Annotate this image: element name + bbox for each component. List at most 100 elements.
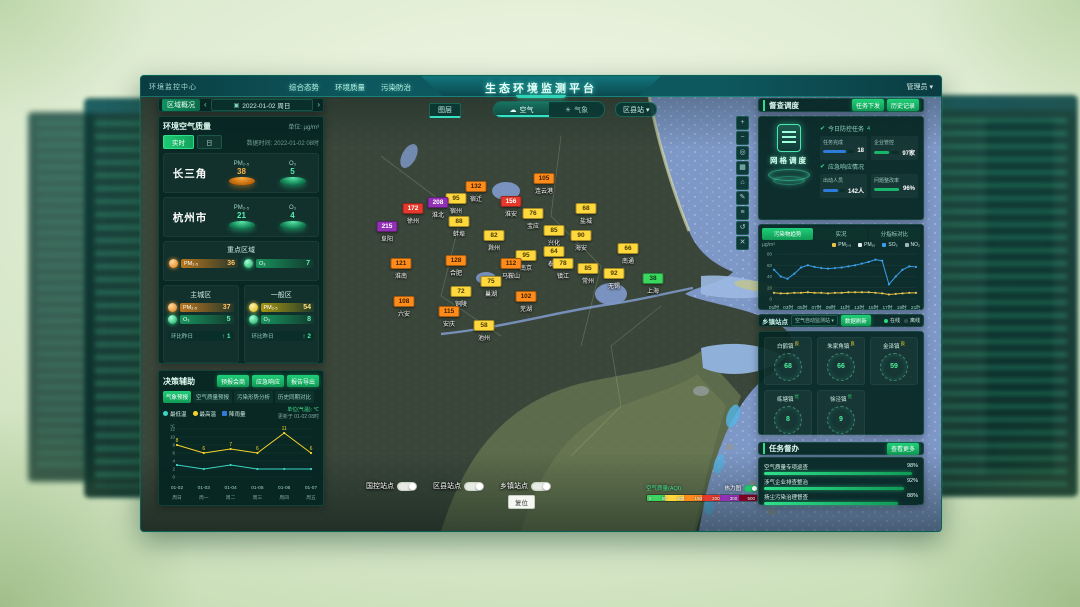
zoom-in-icon[interactable]: +	[736, 116, 749, 130]
mode-toggle-实时[interactable]: 实时	[163, 135, 194, 149]
legend-item-降雨量: 降雨量	[222, 410, 246, 418]
date-picker[interactable]: ▣ 2022-01-02 周日	[211, 99, 314, 111]
svg-text:40: 40	[767, 274, 773, 279]
heatmap-toggle[interactable]	[744, 485, 758, 492]
layer-list-icon[interactable]: ▦	[736, 161, 749, 175]
township-gauge-朱家角镇[interactable]: 朱家角镇良66	[817, 337, 865, 385]
user-menu[interactable]: 管理员 ▾	[907, 82, 933, 92]
city-marker-芜湖[interactable]: 102芜湖	[516, 285, 537, 313]
dispatch-button-1[interactable]: 历史记录	[887, 99, 919, 111]
city-marker-无锡[interactable]: 92无锡	[604, 262, 625, 290]
city-marker-滁州[interactable]: 82滁州	[484, 224, 505, 252]
pollutant-icon	[249, 315, 258, 324]
decision-tab-1[interactable]: 空气质量预报	[193, 391, 232, 403]
task-row: 空气质量专项巡查98%	[764, 463, 918, 475]
trend-tab-1[interactable]: 实况	[815, 228, 866, 240]
aqi-badge: 215	[377, 221, 398, 232]
date-next-button[interactable]: ›	[317, 101, 320, 109]
stat-box-track	[874, 188, 900, 191]
city-marker-安庆[interactable]: 115安庆	[439, 300, 460, 328]
refresh-data-button[interactable]: 数据刷新	[841, 315, 871, 326]
city-marker-池州[interactable]: 58池州	[474, 314, 495, 342]
nav-item-1[interactable]: 环境质量	[335, 82, 365, 93]
gauge-name: 白鹤镇良	[765, 341, 811, 350]
decision-tab-3[interactable]: 历史同期对比	[275, 391, 314, 403]
decision-button-1[interactable]: 应急响应	[252, 375, 284, 387]
city-label: 阜阳	[377, 234, 398, 243]
nav-item-2[interactable]: 污染防治	[381, 82, 411, 93]
layer-toggle-乡镇站点: 乡镇站点	[500, 481, 551, 491]
locate-icon[interactable]: ◎	[736, 146, 749, 160]
city-label: 宿迁	[466, 194, 487, 203]
city-marker-盐城[interactable]: 68盐城	[576, 197, 597, 225]
legend-swatch	[163, 411, 168, 416]
layer-toggle-switch[interactable]	[397, 482, 417, 491]
dispatch-title: 督查调度	[763, 100, 799, 111]
home-icon[interactable]: ⌂	[736, 176, 749, 190]
station-type-select[interactable]: 区县站 ▾	[615, 102, 657, 117]
city-marker-镇江[interactable]: 78镇江	[553, 252, 574, 280]
aqi-legend: 空气质量(AQI) 热力图 050100150200300500	[646, 484, 758, 502]
undo-icon[interactable]: ↺	[736, 221, 749, 235]
svg-text:11: 11	[282, 426, 287, 432]
zone-title: 主城区	[168, 290, 234, 300]
stat-label: PM₂.₅	[184, 261, 198, 267]
city-marker-宝应[interactable]: 76宝应	[523, 202, 544, 230]
city-marker-巢湖[interactable]: 75巢湖	[481, 270, 502, 298]
township-gauge-金泽镇[interactable]: 金泽镇良59	[870, 337, 918, 385]
aqi-badge: 172	[403, 203, 424, 214]
status-dot-icon	[884, 319, 888, 323]
layers-button[interactable]: 图层	[429, 103, 461, 118]
draw-icon[interactable]: ✎	[736, 191, 749, 205]
close-icon[interactable]: ✕	[736, 236, 749, 250]
city-marker-淮北[interactable]: 208淮北	[428, 191, 449, 219]
city-marker-阜阳[interactable]: 215 阜阳	[377, 215, 398, 243]
city-marker-六安[interactable]: 108六安	[394, 290, 415, 318]
layer-toggle-label: 乡镇站点	[500, 481, 528, 491]
map-reset-button[interactable]: 复位	[508, 495, 535, 509]
city-marker-徐州[interactable]: 172徐州	[403, 197, 424, 225]
trend-tab-2[interactable]: 分指标对比	[869, 228, 920, 240]
date-prev-button[interactable]: ‹	[204, 101, 207, 109]
city-marker-南通[interactable]: 66南通	[618, 237, 639, 265]
city-marker-蚌埠[interactable]: 88蚌埠	[449, 210, 470, 238]
city-marker-海安[interactable]: 90海安	[571, 224, 592, 252]
map-mode-空气[interactable]: ☁空气	[494, 102, 549, 117]
menu-icon[interactable]: ≡	[736, 206, 749, 220]
layer-toggle-switch[interactable]	[464, 482, 484, 491]
city-marker-马鞍山[interactable]: 112马鞍山	[501, 252, 522, 280]
township-gauge-练塘镇[interactable]: 练塘镇优8	[764, 390, 812, 438]
station-select[interactable]: 空气自动监测站 ▾	[791, 315, 838, 326]
dispatch-button-0[interactable]: 任务下发	[852, 99, 884, 111]
aqi-legend-label: 空气质量(AQI)	[646, 484, 681, 492]
zoom-out-icon[interactable]: −	[736, 131, 749, 145]
city-marker-上海[interactable]: 38上海	[643, 267, 664, 295]
aqi-tick: 150	[694, 496, 702, 501]
decision-button-2[interactable]: 报告导出	[287, 375, 319, 387]
mode-toggle-日[interactable]: 日	[197, 135, 222, 149]
map-mode-气象[interactable]: ☀气象	[549, 102, 604, 117]
zone-footer: 环比昨日↑ 1	[168, 331, 234, 341]
stat-box-fill	[823, 189, 838, 192]
region-scope-chip[interactable]: 区域概况	[162, 99, 200, 111]
city-marker-淮安[interactable]: 156淮安	[501, 190, 522, 218]
nav-item-0[interactable]: 综合态势	[289, 82, 319, 93]
trend-tab-0[interactable]: 污染物趋势	[762, 228, 813, 240]
aqi-badge: 92	[604, 268, 625, 279]
city-marker-常州[interactable]: 85常州	[578, 257, 599, 285]
city-marker-淮南[interactable]: 121淮南	[391, 252, 412, 280]
decision-tab-0[interactable]: 气象预报	[163, 391, 191, 403]
decision-button-0[interactable]: 预报会商	[217, 375, 249, 387]
view-more-button[interactable]: 查看更多	[887, 443, 919, 455]
layer-toggle-switch[interactable]	[531, 482, 551, 491]
city-marker-宿迁[interactable]: 132宿迁	[466, 175, 487, 203]
township-gauge-白鹤镇[interactable]: 白鹤镇良68	[764, 337, 812, 385]
task-title: 任务督办	[763, 443, 799, 454]
zone-footer-label: 环比昨日	[171, 332, 193, 340]
township-gauge-徐泾镇[interactable]: 徐泾镇优9	[817, 390, 865, 438]
station-legend-在线: 在线	[884, 317, 900, 324]
decision-tab-2[interactable]: 污染形势分析	[234, 391, 273, 403]
legend-label: 最高温	[200, 410, 217, 418]
city-marker-合肥[interactable]: 128合肥	[446, 249, 467, 277]
city-marker-连云港[interactable]: 105连云港	[534, 167, 555, 195]
